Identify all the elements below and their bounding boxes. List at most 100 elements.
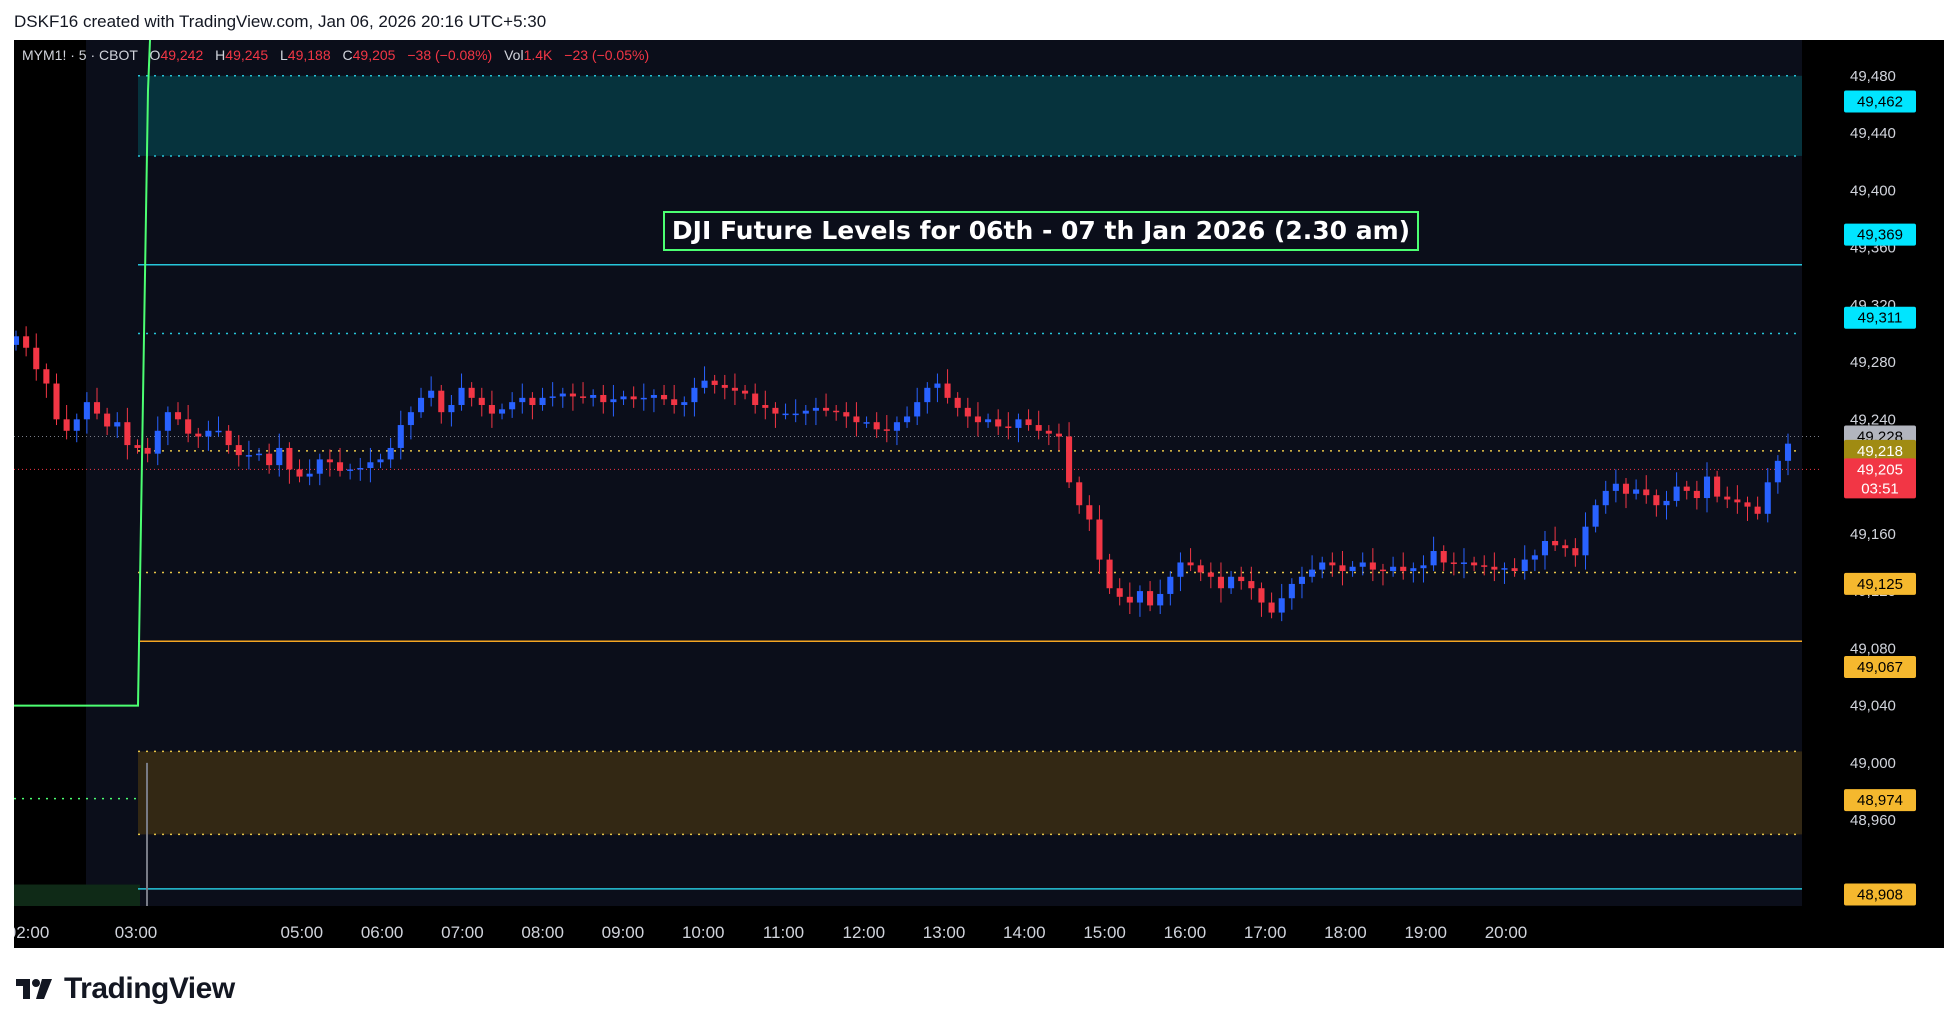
candle-body-173 — [1764, 482, 1771, 514]
candle-body-25 — [266, 453, 273, 466]
candle-body-74 — [762, 405, 769, 408]
candle-body-70 — [721, 384, 728, 388]
candle-body-163 — [1663, 500, 1670, 506]
candle-body-153 — [1562, 545, 1569, 549]
price-tick-10: 49,080 — [1850, 640, 1896, 657]
candle-body-82 — [843, 412, 850, 417]
candle-body-162 — [1653, 495, 1660, 506]
candle-body-119 — [1217, 576, 1224, 589]
candle-body-171 — [1744, 502, 1751, 507]
price-label-text-0: 49,462 — [1857, 94, 1903, 111]
price-chart-svg[interactable]: 49,48049,44049,40049,36049,32049,28049,2… — [14, 40, 1944, 948]
candle-body-154 — [1572, 548, 1579, 556]
candle-body-62 — [640, 397, 647, 400]
candle-body-77 — [792, 413, 799, 416]
candle-body-49 — [509, 402, 516, 410]
candle-body-28 — [296, 469, 303, 477]
candle-body-53 — [549, 396, 556, 398]
candle-body-125 — [1278, 598, 1285, 613]
candle-body-21 — [225, 430, 232, 446]
candle-body-106 — [1086, 505, 1093, 520]
tradingview-logo[interactable]: TradingView — [16, 972, 235, 1006]
candle-body-20 — [215, 430, 222, 433]
candle-body-121 — [1238, 576, 1245, 582]
candle-body-1 — [23, 336, 30, 348]
candle-body-35 — [367, 462, 374, 468]
legend-vol-change: −23 (−0.05%) — [564, 47, 649, 63]
price-tick-5: 49,280 — [1850, 354, 1896, 371]
candle-body-44 — [458, 387, 465, 406]
candle-body-55 — [569, 393, 576, 397]
candle-body-157 — [1602, 490, 1609, 506]
candle-body-38 — [397, 425, 404, 448]
candle-body-148 — [1511, 568, 1518, 572]
candle-body-36 — [377, 459, 384, 463]
candle-body-2 — [33, 347, 40, 370]
time-tick-1: 03:00 — [115, 923, 158, 942]
support-zone-band — [138, 751, 1802, 835]
candle-body-117 — [1197, 565, 1204, 573]
time-tick-0: 02:00 — [14, 923, 49, 942]
candle-body-24 — [255, 453, 263, 456]
candle-body-52 — [539, 397, 546, 406]
candle-body-99 — [1015, 419, 1022, 428]
tradingview-logo-icon — [16, 979, 52, 999]
price-tick-13: 48,960 — [1850, 812, 1896, 829]
candle-body-32 — [336, 462, 344, 471]
candle-body-105 — [1076, 482, 1083, 506]
candle-body-47 — [488, 405, 495, 414]
candle-body-57 — [590, 394, 597, 398]
price-label-text-7: 49,067 — [1857, 659, 1903, 676]
price-label-text-2: 49,311 — [1858, 310, 1903, 327]
time-tick-17: 20:00 — [1485, 923, 1528, 942]
resistance-zone-band — [138, 75, 1802, 156]
candle-body-118 — [1207, 572, 1214, 577]
candle-body-89 — [914, 402, 921, 417]
candle-body-29 — [306, 473, 313, 477]
candle-body-167 — [1703, 476, 1711, 499]
candle-body-54 — [559, 393, 566, 397]
price-tick-8: 49,160 — [1850, 526, 1896, 543]
candle-body-39 — [407, 412, 414, 426]
candle-body-19 — [205, 430, 212, 437]
candle-body-68 — [701, 380, 708, 388]
right-gap — [1802, 40, 1822, 906]
legend-vol-value: 1.4K — [524, 47, 553, 63]
candle-body-140 — [1430, 551, 1437, 566]
candle-body-159 — [1622, 483, 1630, 494]
price-label-text-6: 49,125 — [1857, 576, 1903, 593]
candle-body-83 — [853, 416, 860, 423]
candle-body-75 — [772, 407, 779, 414]
candle-body-84 — [863, 422, 870, 424]
candle-body-14 — [154, 430, 161, 454]
time-tick-13: 16:00 — [1164, 923, 1207, 942]
candle-body-122 — [1248, 581, 1255, 589]
time-tick-15: 18:00 — [1324, 923, 1367, 942]
legend-vol-label: Vol — [504, 47, 523, 63]
time-tick-6: 09:00 — [602, 923, 645, 942]
chart-area[interactable]: 49,480 49,440 49,400 49,360 49,320 49,280 49,2… — [14, 40, 1944, 948]
candle-body-103 — [1055, 433, 1062, 437]
candle-body-94 — [964, 407, 971, 417]
candle-body-60 — [620, 396, 627, 400]
candle-body-5 — [63, 419, 70, 431]
candle-body-111 — [1136, 591, 1143, 603]
price-label-text-5: 49,205 — [1857, 461, 1903, 478]
candle-body-161 — [1643, 489, 1650, 496]
candle-body-31 — [326, 459, 333, 463]
candle-body-78 — [802, 410, 809, 414]
price-label-text-8: 48,974 — [1857, 792, 1903, 809]
candle-body-3 — [43, 369, 50, 384]
tradingview-brand-text: TradingView — [64, 972, 235, 1005]
candle-body-17 — [185, 419, 192, 434]
candle-body-12 — [134, 445, 141, 448]
candle-body-71 — [731, 387, 738, 391]
price-tick-11: 49,040 — [1850, 698, 1896, 715]
candle-body-127 — [1298, 576, 1306, 584]
price-tick-0: 49,480 — [1850, 68, 1896, 85]
candle-body-56 — [580, 396, 587, 398]
time-tick-4: 07:00 — [441, 923, 484, 942]
candle-body-101 — [1035, 425, 1042, 431]
candle-body-11 — [124, 422, 131, 446]
candle-body-114 — [1167, 576, 1174, 594]
